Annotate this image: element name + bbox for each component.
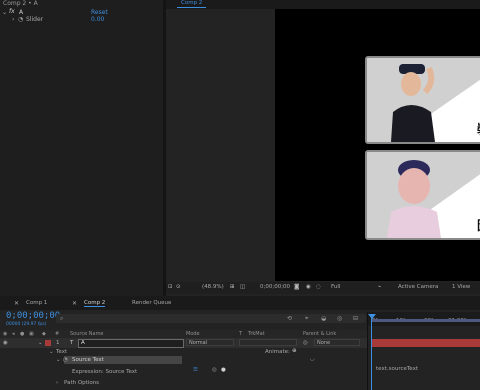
parent-dropdown[interactable]: None: [314, 339, 360, 346]
layer-number-icon: #: [55, 331, 60, 337]
layer-name[interactable]: A: [81, 340, 85, 346]
effect-controls-title: Comp 2 • A: [3, 0, 38, 7]
visibility-eye-icon[interactable]: ◉: [3, 340, 8, 346]
draft-3d-icon[interactable]: ⌖: [305, 315, 308, 323]
pick-whip-icon[interactable]: ◎: [303, 340, 308, 346]
audio-icon[interactable]: ◂: [12, 331, 15, 337]
effect-controls-panel: [0, 0, 163, 296]
layer-name-field[interactable]: A: [78, 339, 184, 348]
comp-flowchart-icon[interactable]: ⟲: [287, 315, 292, 322]
text-group-label[interactable]: Text: [56, 349, 67, 355]
path-options-label[interactable]: Path Options: [64, 380, 99, 386]
playhead[interactable]: [371, 314, 372, 390]
effect-reset-link[interactable]: Reset: [91, 9, 108, 16]
motion-blur-icon[interactable]: ◎: [337, 315, 342, 322]
shy-layers-icon[interactable]: ◒: [321, 315, 326, 322]
view-layout-dropdown[interactable]: 1 View: [452, 284, 470, 290]
layer-label-color[interactable]: [45, 340, 51, 346]
show-snapshot-icon[interactable]: ◌: [316, 284, 321, 290]
eye-icon[interactable]: ◉: [3, 331, 7, 337]
color-channel-icon[interactable]: ◉: [306, 284, 311, 290]
trkmat-header[interactable]: TrkMat: [248, 331, 265, 337]
animate-add-icon[interactable]: ⊕: [292, 348, 297, 354]
slider-expand-chevron-icon[interactable]: ›: [12, 16, 14, 23]
resolution-dropdown[interactable]: Full: [331, 284, 340, 290]
timecode-frames: 00000 (29.97 fps): [6, 322, 47, 327]
region-of-interest-icon[interactable]: ⊡: [168, 284, 173, 290]
graph-editor-icon[interactable]: ⊟: [353, 315, 358, 322]
expression-pickwhip-icon[interactable]: ◎: [212, 367, 217, 373]
effect-controls-header: Comp 2 • A: [0, 0, 163, 8]
parent-header[interactable]: Parent & Link: [303, 331, 336, 337]
slider-label: Slider: [26, 16, 44, 23]
t-header[interactable]: T: [239, 331, 242, 337]
close-icon[interactable]: ✕: [72, 300, 77, 307]
fx-badge[interactable]: fx: [9, 8, 15, 15]
snapshot-icon[interactable]: ◙: [294, 284, 299, 290]
expression-enable-icon[interactable]: ◡: [310, 356, 315, 362]
layer-search-input[interactable]: [56, 314, 366, 323]
tab-render-queue[interactable]: Render Queue: [132, 300, 171, 306]
layer-expand-chevron-icon[interactable]: ⌄: [38, 340, 43, 346]
expression-label: Expression: Source Text: [72, 369, 138, 375]
slider-value[interactable]: 0.00: [91, 16, 104, 23]
effect-expand-chevron-icon[interactable]: ⌄: [2, 9, 7, 16]
text-layer-icon: T: [70, 340, 74, 346]
lock-icon[interactable]: ▣: [29, 331, 34, 337]
mode-header[interactable]: Mode: [186, 331, 200, 337]
work-area-bar[interactable]: [371, 319, 480, 322]
tab-comp-1[interactable]: Comp 1: [26, 300, 47, 306]
source-text-chevron-icon[interactable]: ⌄: [56, 357, 61, 363]
viewer-footer: ⊡ ⊙ (48.9%) ⊞ ◫ 0;00;00;00 ◙ ◉ ◌ Full ⌁ …: [166, 282, 480, 294]
fast-preview-icon[interactable]: ⌁: [378, 284, 381, 290]
person-photo-2: [387, 160, 441, 238]
expression-language-menu-icon[interactable]: ●: [221, 367, 226, 373]
source-text-stopwatch-icon[interactable]: ◔: [63, 357, 68, 363]
solo-icon[interactable]: ●: [20, 331, 24, 337]
zoom-level[interactable]: (48.9%): [202, 284, 224, 290]
image-card-2: 圖用: [365, 150, 480, 240]
timeline-timecode[interactable]: 0;00;00;00: [6, 311, 60, 321]
layer-duration-bar[interactable]: [371, 339, 480, 347]
text-group-chevron-icon[interactable]: ⌄: [49, 349, 54, 355]
layer-column-headers: ◉ ◂ ● ▣ ◆ # Source Name Mode T TrkMat Pa…: [0, 330, 368, 338]
playhead-handle[interactable]: [368, 314, 376, 319]
label-icon[interactable]: ◆: [42, 331, 46, 337]
stopwatch-icon[interactable]: ◔: [18, 16, 23, 23]
image-card-1: 裝由: [365, 56, 480, 144]
person-photo-1: [391, 64, 435, 142]
layer-number: 1: [56, 340, 60, 346]
expression-text[interactable]: text.sourceText: [376, 366, 418, 372]
path-options-chevron-icon[interactable]: ›: [56, 380, 58, 386]
mask-icon[interactable]: ◫: [240, 284, 245, 290]
viewer-tabbar: [166, 0, 480, 9]
animate-label: Animate:: [265, 349, 290, 355]
close-icon[interactable]: ✕: [14, 300, 19, 307]
transparency-grid-icon[interactable]: ⊞: [230, 284, 235, 290]
source-text-label[interactable]: Source Text: [72, 357, 104, 363]
tab-comp-2[interactable]: Comp 2: [84, 300, 106, 307]
composition-canvas[interactable]: 裝由 圖用: [275, 9, 480, 281]
track-matte-dropdown[interactable]: [239, 339, 297, 346]
search-icon: ⌕: [60, 315, 64, 322]
viewer-timecode[interactable]: 0;00;00;00: [260, 284, 290, 290]
source-name-header[interactable]: Source Name: [70, 331, 104, 337]
camera-dropdown[interactable]: Active Camera: [398, 284, 438, 290]
expression-graph-icon[interactable]: ☰: [193, 367, 198, 373]
effect-name[interactable]: A: [19, 9, 23, 16]
zoom-dropdown-icon[interactable]: ⊙: [176, 284, 181, 290]
blend-mode-dropdown[interactable]: Normal: [186, 339, 234, 346]
tab-comp-2-viewer[interactable]: Comp 2: [177, 0, 207, 8]
